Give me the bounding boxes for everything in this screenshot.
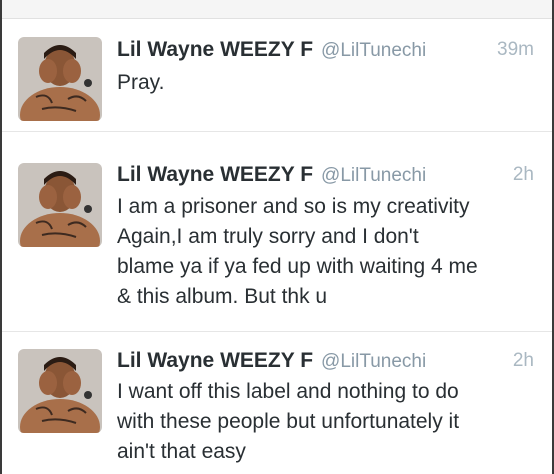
window-border-left	[0, 0, 2, 474]
tweet-timestamp[interactable]: 2h	[513, 350, 534, 372]
avatar[interactable]	[18, 349, 102, 433]
user-handle[interactable]: @LilTunechi	[321, 40, 426, 61]
user-name[interactable]: Lil Wayne WEEZY F	[117, 163, 313, 186]
tweet-text-line: Pray.	[117, 71, 165, 94]
avatar[interactable]	[18, 163, 102, 247]
profile-photo-icon	[18, 37, 102, 121]
tweet-timestamp[interactable]: 39m	[497, 39, 534, 61]
profile-photo-icon	[18, 163, 102, 247]
tweet-item[interactable]: Lil Wayne WEEZY F @LilTunechi 39m Pray.	[2, 19, 552, 132]
user-name[interactable]: Lil Wayne WEEZY F	[117, 38, 313, 61]
profile-photo-icon	[18, 349, 102, 433]
tweet-text: Pray.	[117, 68, 538, 98]
user-handle[interactable]: @LilTunechi	[321, 165, 426, 186]
tweet-text-line: Again,I am truly sorry and I don't	[117, 225, 419, 248]
user-handle[interactable]: @LilTunechi	[321, 351, 426, 372]
tweet-text-line: & this album. But thk u	[117, 285, 328, 308]
tweet-text-line: with these people but unfortunately it	[117, 410, 460, 433]
tweet-text-line: blame ya if ya fed up with waiting 4 me	[117, 255, 478, 278]
tweet-text: I want off this label and nothing to do …	[117, 377, 538, 467]
tweet-header: Lil Wayne WEEZY F @LilTunechi 2h	[117, 163, 538, 191]
tweet-text-line: ain't that easy	[117, 440, 246, 463]
tweet-item[interactable]: Lil Wayne WEEZY F @LilTunechi 2h I am a p…	[2, 144, 552, 332]
tweet-timestamp[interactable]: 2h	[513, 164, 534, 186]
tweet-item[interactable]: Lil Wayne WEEZY F @LilTunechi 2h I want o…	[2, 332, 552, 474]
tweet-text-line: I want off this label and nothing to do	[117, 380, 459, 403]
tweet-header: Lil Wayne WEEZY F @LilTunechi 2h	[117, 349, 538, 377]
timeline-top-bar	[0, 0, 554, 19]
user-name[interactable]: Lil Wayne WEEZY F	[117, 349, 313, 372]
avatar[interactable]	[18, 37, 102, 121]
tweet-header: Lil Wayne WEEZY F @LilTunechi 39m	[117, 38, 538, 66]
tweet-text-line: I am a prisoner and so is my creativity	[117, 195, 470, 218]
tweet-text: I am a prisoner and so is my creativity …	[117, 192, 538, 312]
